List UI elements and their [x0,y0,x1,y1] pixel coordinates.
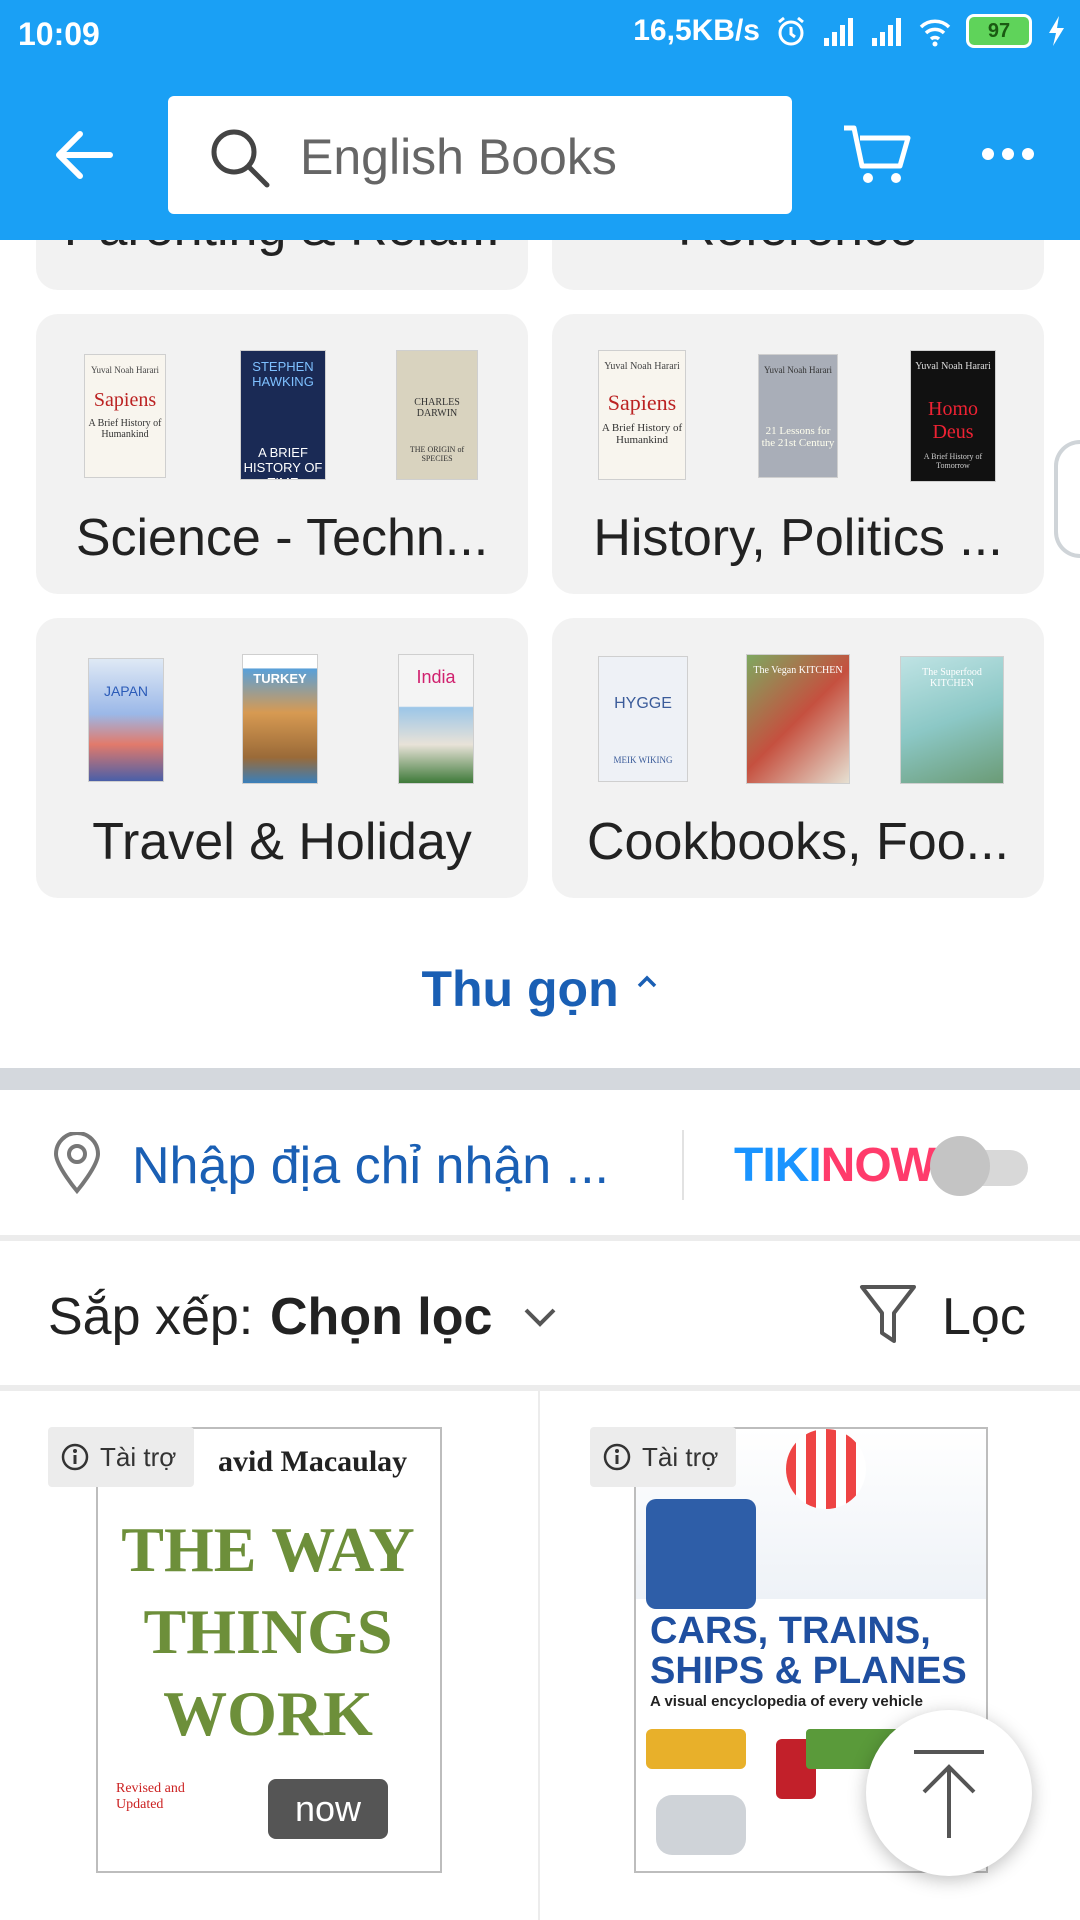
cart-icon[interactable] [842,122,912,188]
book-cover-turkey: TURKEY [242,654,318,784]
book-cover-india: India [398,654,474,784]
book-cover-hygge: HYGGE MEIK WIKING [598,656,688,782]
sort-dropdown[interactable]: Chọn lọc [270,1287,492,1347]
status-icons: 16,5KB/s 97 [633,14,1066,48]
filter-icon[interactable] [858,1281,918,1347]
category-science-technology[interactable]: Yuval Noah Harari Sapiens A Brief Histor… [36,314,528,594]
vertical-divider [682,1130,684,1200]
search-bar[interactable]: English Books [168,96,792,214]
scroll-to-top-button[interactable] [866,1710,1032,1876]
app-header: English Books [0,72,1080,240]
location-pin-icon [53,1132,101,1194]
collapse-button[interactable]: Thu gọn [0,960,1080,1018]
signal-icon-2 [872,18,901,46]
book-cover-sapiens: Yuval Noah Harari Sapiens A Brief Histor… [84,354,166,478]
scroll-indicator[interactable] [1054,440,1080,558]
book-cover-21-lessons: Yuval Noah Harari 21 Lessons for the 21s… [758,354,838,478]
category-travel-holiday[interactable]: JAPAN TURKEY India Travel & Holiday [36,618,528,898]
info-icon [603,1443,631,1471]
sponsored-badge[interactable]: Tài trợ [48,1427,195,1487]
book-cover-sapiens: Yuval Noah Harari Sapiens A Brief Histor… [598,350,686,480]
status-bar: 10:09 16,5KB/s 97 [0,0,1080,72]
product-image-way-things-work[interactable]: avid Macaulay THE WAY THINGS WORK Revise… [96,1427,442,1873]
category-history-politics[interactable]: Yuval Noah Harari Sapiens A Brief Histor… [552,314,1044,594]
status-time: 10:09 [18,16,100,52]
sponsored-badge[interactable]: Tài trợ [590,1427,737,1487]
chevron-up-icon [637,975,656,988]
network-speed: 16,5KB/s [633,14,760,47]
search-icon [211,129,270,188]
book-cover-homo-deus: Yuval Noah Harari Homo Deus A Brief Hist… [910,350,996,482]
sponsored-label: Tài trợ [100,1441,177,1472]
product-card[interactable]: avid Macaulay THE WAY THINGS WORK Revise… [0,1391,538,1920]
book-cover-vegan-kitchen: The Vegan KITCHEN [746,654,850,784]
category-label: Cookbooks, Foo... [587,813,1009,871]
sort-filter-row: Sắp xếp: Chọn lọc Lọc [0,1241,1080,1385]
battery-icon: 97 [966,14,1032,48]
more-options-icon[interactable] [980,142,1036,166]
chevron-down-icon[interactable] [522,1299,558,1335]
address-input[interactable]: Nhập địa chỉ nhận ... [132,1136,609,1196]
category-label: Science - Techn... [75,509,489,567]
category-cookbooks-food[interactable]: HYGGE MEIK WIKING The Vegan KITCHEN The … [552,618,1044,898]
wifi-icon [919,19,951,47]
delivery-address-row: Nhập địa chỉ nhận ... TIKINOW [0,1090,1080,1235]
filter-button[interactable]: Lọc [942,1287,1026,1347]
collapse-label: Thu gọn [421,961,619,1017]
info-icon [61,1443,89,1471]
category-label: History, Politics ... [593,509,1003,567]
section-divider [0,1068,1080,1090]
book-cover-origin-of-species: CHARLES DARWIN THE ORIGIN of SPECIES [396,350,478,480]
tikinow-toggle-knob[interactable] [930,1136,990,1196]
signal-icon [824,18,853,46]
sort-label: Sắp xếp: [48,1288,254,1346]
book-cover-superfood-kitchen: The Superfood KITCHEN [900,656,1004,784]
alarm-icon [778,16,804,46]
tikinow-logo: TIKINOW [734,1139,936,1192]
sponsored-label: Tài trợ [642,1441,719,1472]
book-cover-japan: JAPAN [88,658,164,782]
charging-icon [1049,16,1064,46]
category-label: Travel & Holiday [92,813,472,871]
back-arrow-icon[interactable] [50,122,116,188]
search-query[interactable]: English Books [300,128,617,186]
arrow-up-icon [914,1750,984,1838]
book-cover-brief-history-of-time: STEPHEN HAWKING A BRIEF HISTORY OF TIME [240,350,326,480]
